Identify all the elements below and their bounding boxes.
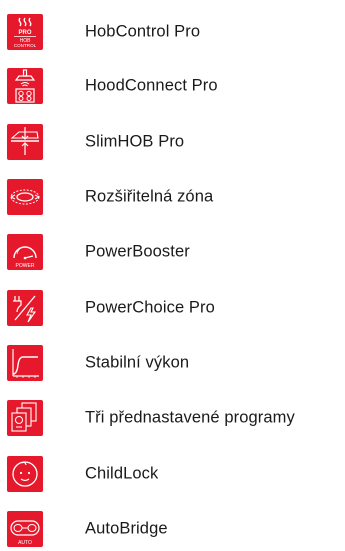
stable-power-icon bbox=[7, 345, 43, 381]
power-booster-icon: POWER bbox=[7, 234, 43, 270]
svg-text:POWER: POWER bbox=[16, 263, 35, 269]
extendable-zone-icon bbox=[7, 179, 43, 215]
feature-item-powerchoice: PowerChoice Pro bbox=[0, 288, 345, 328]
feature-item-powerbooster: POWER PowerBooster bbox=[0, 232, 345, 272]
feature-label: ChildLock bbox=[85, 464, 159, 483]
feature-item-hoodconnect: HoodConnect Pro bbox=[0, 66, 345, 106]
feature-label: Tři přednastavené programy bbox=[85, 408, 295, 427]
svg-text:CONTROL: CONTROL bbox=[14, 43, 37, 48]
slim-hob-icon bbox=[7, 124, 43, 160]
feature-label: HobControl Pro bbox=[85, 22, 201, 41]
feature-item-preset-programs: Tři přednastavené programy bbox=[0, 398, 345, 438]
hob-control-pro-icon: PRO HOB CONTROL bbox=[7, 14, 43, 50]
hood-connect-icon bbox=[7, 68, 43, 104]
svg-text:AUTO: AUTO bbox=[18, 540, 32, 546]
auto-bridge-icon: AUTO bbox=[7, 511, 43, 547]
feature-item-stable-power: Stabilní výkon bbox=[0, 343, 345, 383]
feature-label: Rozšiřitelná zóna bbox=[85, 187, 214, 206]
child-lock-icon bbox=[7, 456, 43, 492]
feature-label: Stabilní výkon bbox=[85, 353, 190, 372]
feature-item-childlock: ChildLock bbox=[0, 454, 345, 494]
feature-label: PowerBooster bbox=[85, 242, 190, 261]
feature-item-slimhob: SlimHOB Pro bbox=[0, 122, 345, 162]
svg-text:PRO: PRO bbox=[18, 30, 31, 36]
feature-label: AutoBridge bbox=[85, 519, 168, 538]
preset-programs-icon bbox=[7, 400, 43, 436]
power-choice-icon bbox=[7, 290, 43, 326]
feature-label: SlimHOB Pro bbox=[85, 132, 185, 151]
feature-item-autobridge: AUTO AutoBridge bbox=[0, 509, 345, 549]
feature-item-hobcontrol: PRO HOB CONTROL HobControl Pro bbox=[0, 12, 345, 52]
feature-label: PowerChoice Pro bbox=[85, 298, 215, 317]
feature-item-extendable-zone: Rozšiřitelná zóna bbox=[0, 177, 345, 217]
feature-label: HoodConnect Pro bbox=[85, 76, 218, 95]
